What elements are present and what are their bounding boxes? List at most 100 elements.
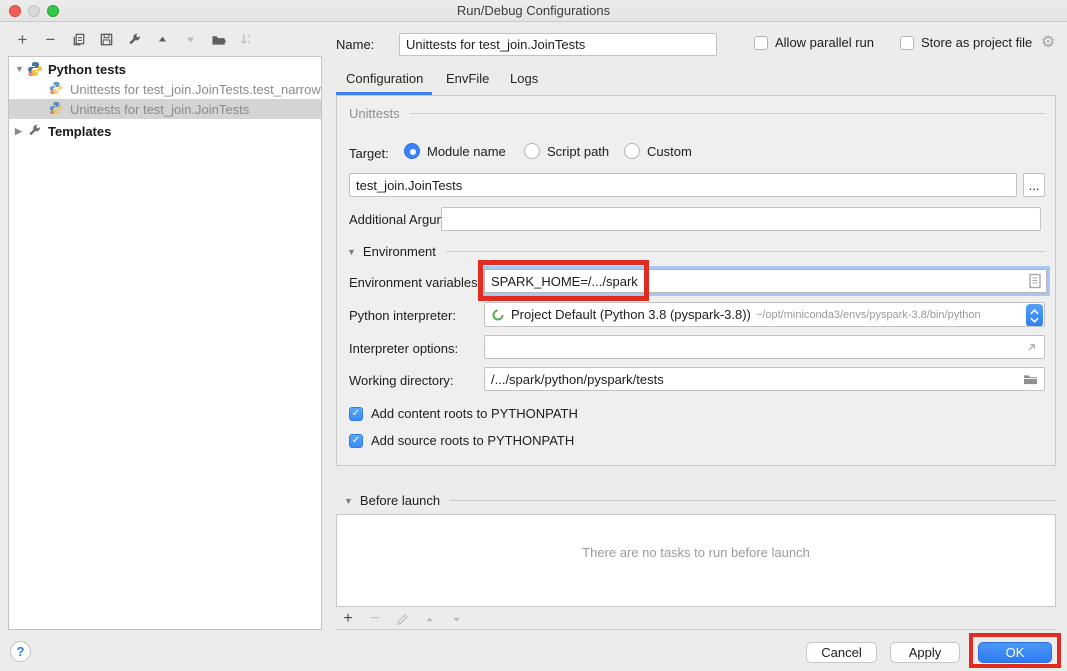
move-task-up-icon[interactable] [421,611,437,627]
target-input[interactable] [349,173,1017,197]
target-radio-module-name[interactable]: Module name [404,143,506,159]
environment-variables-input[interactable] [484,269,1047,293]
working-directory-value: /.../spark/python/pyspark/tests [491,372,664,387]
checkbox-checked-icon[interactable]: ✓ [349,407,363,421]
copy-configuration-icon[interactable] [70,31,87,48]
name-label: Name: [336,37,374,52]
section-collapse-icon[interactable]: ▼ [344,496,353,506]
add-source-roots-label: Add source roots to PYTHONPATH [371,433,574,448]
python-test-icon [49,81,65,97]
cancel-button[interactable]: Cancel [806,642,877,663]
section-collapse-icon[interactable]: ▼ [347,247,356,257]
tab-logs[interactable]: Logs [510,71,538,86]
radio-label: Custom [647,144,692,159]
expand-field-icon[interactable] [1025,341,1038,357]
tree-item-label: Templates [48,124,111,139]
radio-label: Module name [427,144,506,159]
add-task-icon[interactable]: + [340,611,356,627]
environment-section-header[interactable]: ▼ Environment [347,244,1045,259]
section-divider [450,500,1056,501]
tree-item-test-narrow[interactable]: Unittests for test_join.JoinTests.test_n… [9,79,321,99]
working-directory-label: Working directory: [349,373,454,388]
svg-text:z: z [247,40,250,46]
python-tests-icon [27,61,43,77]
content-bottom-divider [336,629,1056,630]
checkbox-unchecked-icon[interactable] [900,36,914,50]
tab-configuration[interactable]: Configuration [346,71,423,86]
browse-target-button[interactable]: ... [1023,173,1045,197]
help-button[interactable]: ? [10,641,31,662]
apply-button[interactable]: Apply [890,642,960,663]
edit-task-pencil-icon[interactable] [394,611,410,627]
store-as-project-file-label: Store as project file [921,35,1032,50]
remove-configuration-icon[interactable]: − [42,31,59,48]
move-down-icon[interactable] [182,31,199,48]
additional-arguments-input[interactable] [441,207,1041,231]
chevron-collapsed-icon[interactable]: ▶ [15,126,27,137]
remove-task-icon[interactable]: − [367,611,383,627]
tab-envfile[interactable]: EnvFile [446,71,489,86]
configurations-tree: ▼ Python tests Unittests for test_join.J… [8,56,322,630]
radio-unselected-icon[interactable] [524,143,540,159]
before-launch-section-title: Before launch [360,493,440,508]
allow-parallel-run-label: Allow parallel run [775,35,874,50]
edit-templates-wrench-icon[interactable] [126,31,143,48]
add-source-roots-checkbox[interactable]: ✓ Add source roots to PYTHONPATH [349,433,574,448]
before-launch-toolbar: + − [340,611,464,627]
python-interpreter-select[interactable]: Project Default (Python 3.8 (pyspark-3.8… [484,302,1045,327]
run-debug-configurations-dialog: Run/Debug Configurations + − az ▼ [0,0,1067,671]
tree-item-label: Python tests [48,62,126,77]
templates-wrench-icon [27,123,43,139]
browse-env-vars-icon[interactable] [1028,273,1042,292]
add-content-roots-label: Add content roots to PYTHONPATH [371,406,578,421]
svg-text:a: a [247,34,251,40]
target-label: Target: [349,146,389,161]
target-radio-custom[interactable]: Custom [624,143,692,159]
chevron-expanded-icon[interactable]: ▼ [15,64,27,74]
before-launch-empty-message: There are no tasks to run before launch [337,545,1055,560]
allow-parallel-run-checkbox[interactable]: Allow parallel run [754,35,874,50]
before-launch-section-header[interactable]: ▼ Before launch [344,493,1056,508]
configurations-toolbar: + − az [14,31,255,48]
environment-variables-field-focus-ring [481,266,1050,296]
name-input[interactable] [399,33,717,56]
checkbox-unchecked-icon[interactable] [754,36,768,50]
target-radio-script-path[interactable]: Script path [524,143,609,159]
move-task-down-icon[interactable] [448,611,464,627]
sort-alphabetically-icon[interactable]: az [238,31,255,48]
tree-item-label: Unittests for test_join.JoinTests.test_n… [70,82,321,97]
interpreter-options-input[interactable] [484,335,1045,359]
tree-item-label: Unittests for test_join.JoinTests [70,102,249,117]
tree-group-templates[interactable]: ▶ Templates [9,121,321,141]
store-as-project-file-checkbox[interactable]: Store as project file [900,35,1032,50]
section-divider [410,113,1045,114]
add-content-roots-checkbox[interactable]: ✓ Add content roots to PYTHONPATH [349,406,578,421]
before-launch-task-list[interactable]: There are no tasks to run before launch [336,514,1056,607]
python-interpreter-label: Python interpreter: [349,308,456,323]
radio-selected-icon[interactable] [404,143,420,159]
configuration-panel: Unittests Target: Module name Script pat… [336,95,1056,466]
add-configuration-icon[interactable]: + [14,31,31,48]
settings-gear-icon[interactable]: ⚙ [1041,32,1055,52]
checkbox-checked-icon[interactable]: ✓ [349,434,363,448]
select-stepper-icon[interactable] [1026,304,1043,327]
tree-item-jointests-selected[interactable]: Unittests for test_join.JoinTests [9,99,321,119]
window-title: Run/Debug Configurations [0,3,1067,18]
section-divider [446,251,1045,252]
ok-button[interactable]: OK [978,642,1052,663]
interpreter-options-label: Interpreter options: [349,341,458,356]
move-up-icon[interactable] [154,31,171,48]
environment-section-title: Environment [363,244,436,259]
save-configuration-icon[interactable] [98,31,115,48]
python-test-icon [49,101,65,117]
working-directory-input[interactable]: /.../spark/python/pyspark/tests [484,367,1045,391]
radio-unselected-icon[interactable] [624,143,640,159]
interpreter-refresh-icon [491,308,505,322]
radio-label: Script path [547,144,609,159]
browse-folder-icon[interactable] [1023,373,1038,389]
unittests-section-title: Unittests [349,106,400,121]
new-folder-icon[interactable] [210,31,227,48]
tree-group-python-tests[interactable]: ▼ Python tests [9,59,321,79]
environment-variables-label: Environment variables: [349,275,481,290]
interpreter-value: Project Default (Python 3.8 (pyspark-3.8… [511,307,751,322]
